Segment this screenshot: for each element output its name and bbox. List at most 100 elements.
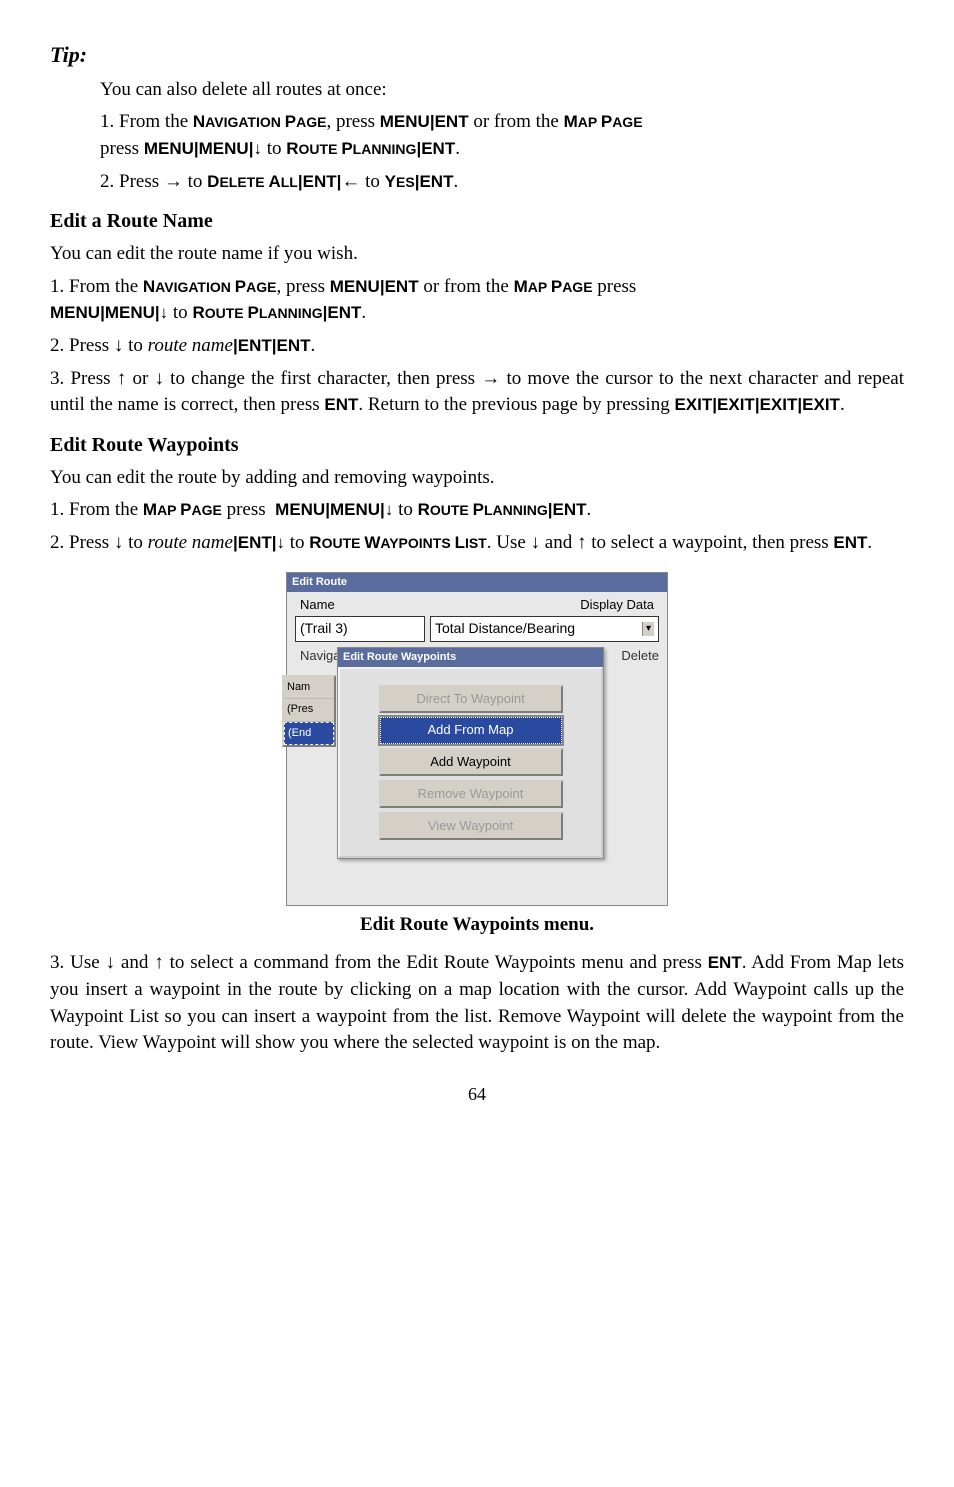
key-ent: ENT [708,953,742,972]
t: . Use [487,532,531,553]
t: D [207,172,219,191]
t: LANNING [484,502,548,518]
add-waypoint-button[interactable]: Add Waypoint [379,748,563,776]
t: and [115,952,154,973]
heading-edit-waypoints: Edit Route Waypoints [50,431,904,459]
arrow-up-icon: ↑ [117,368,127,389]
period: . [311,335,316,356]
key-menu: MENU [380,112,430,131]
period: . [361,302,366,323]
t: L [455,533,465,552]
list-item[interactable]: (Pres [284,699,334,721]
list-item-selected[interactable]: (End [284,722,334,745]
t: to select a waypoint, then press [586,532,833,553]
t: AGE [612,114,642,130]
key-ent: ENT [327,303,361,322]
dialog-titlebar: Edit Route [287,573,667,592]
t: or [126,368,154,389]
figure-caption: Edit Route Waypoints menu. [50,912,904,939]
t: P [180,500,191,519]
t: P [601,112,612,131]
t: , press [276,276,329,297]
t: 1. From the [50,499,143,520]
t: AP [528,279,551,295]
t: LANNING [259,305,323,321]
t: to [398,499,418,520]
t: P [248,303,259,322]
key-exit: EXIT [802,395,840,414]
arrow-down-icon: ↓ [160,303,169,322]
dropdown-selected: Total Distance/Bearing [435,619,575,639]
period: . [453,171,458,192]
add-from-map-button[interactable]: Add From Map [380,717,562,743]
route-name-italic: route name [148,335,233,356]
route-name-input[interactable]: (Trail 3) [295,616,425,642]
key-menu: MENU [275,500,325,519]
key-menu: MENU [330,500,380,519]
key-ent: ENT [238,336,272,355]
t: OUTE [205,305,248,321]
t: 2. Press [50,532,114,553]
key-ent: ENT [277,336,311,355]
key-menu: MENU [199,139,249,158]
t: AP [578,114,601,130]
t: R [286,139,298,158]
t: and [540,532,577,553]
t: 3. Use [50,952,106,973]
t: ELETE [219,174,268,190]
arrow-down-icon: ↓ [154,368,164,389]
key-exit: EXIT [760,395,798,414]
t: to [173,302,193,323]
key-menu: MENU [105,303,155,322]
t: Y [385,172,396,191]
t: OUTE [299,141,342,157]
t: , press [326,111,379,132]
edit-name-step3: 3. Press ↑ or ↓ to change the first char… [50,366,904,419]
display-data-label: Display Data [580,596,654,614]
waypoint-list-panel: Nam (Pres (End [282,675,336,747]
t: M [564,112,578,131]
waypoints-step1: 1. From the MAP PAGE press MENU|MENU|↓ t… [50,497,904,524]
t: R [418,500,430,519]
t: R [192,303,204,322]
page-number: 64 [50,1082,904,1107]
t: to [183,171,207,192]
key-ent: ENT [419,172,453,191]
edit-name-step2: 2. Press ↓ to route name|ENT|ENT. [50,333,904,360]
t: to change the first character, then pres… [164,368,481,389]
t: P [551,277,562,296]
arrow-down-icon: ↓ [106,952,116,973]
tip-step-2: 2. Press → to DELETE ALL|ENT|← to YES|EN… [100,169,904,196]
t: 2. Press [50,335,114,356]
t: M [143,500,157,519]
t: to [267,138,287,159]
edit-name-step1: 1. From the NAVIGATION PAGE, press MENU|… [50,274,904,327]
key-ent: ENT [435,112,469,131]
t: to [123,532,147,553]
t: P [285,112,296,131]
t: . Return to the previous page by pressin… [358,394,674,415]
display-data-dropdown[interactable]: Total Distance/Bearing ▾ [430,616,659,642]
t: AGE [296,114,326,130]
key-ent: ENT [303,172,337,191]
text: 1. From the [100,111,193,132]
key-ent: ENT [324,395,358,414]
list-item[interactable]: Nam [284,677,334,699]
t: or from the [473,111,563,132]
remove-waypoint-button[interactable]: Remove Waypoint [379,780,563,808]
key-menu: MENU [330,277,380,296]
edit-name-intro: You can edit the route name if you wish. [50,241,904,268]
arrow-down-icon: ↓ [114,335,124,356]
arrow-left-icon: ← [341,171,360,192]
route-name-italic: route name [148,532,233,553]
key-menu: MENU [144,139,194,158]
direct-to-waypoint-button[interactable]: Direct To Waypoint [379,685,563,713]
t: AGE [562,279,592,295]
key-ent: ENT [553,500,587,519]
period: . [867,532,872,553]
view-waypoint-button[interactable]: View Waypoint [379,812,563,840]
waypoints-intro: You can edit the route by adding and rem… [50,465,904,492]
key-exit: EXIT [674,395,712,414]
chevron-down-icon[interactable]: ▾ [642,622,654,636]
tip-step-1: 1. From the NAVIGATION PAGE, press MENU|… [100,109,904,162]
